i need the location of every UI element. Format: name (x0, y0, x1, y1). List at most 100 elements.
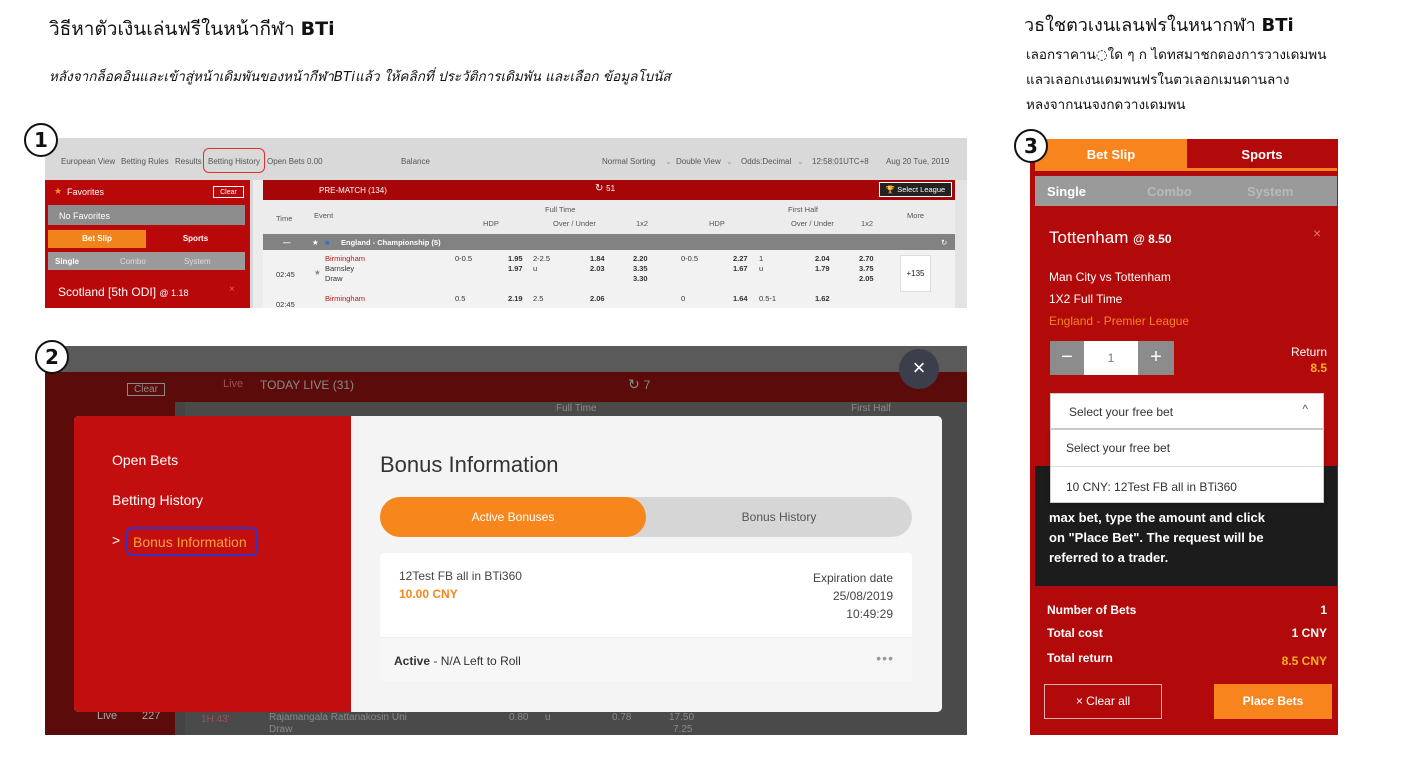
tab-single[interactable]: Single (1047, 184, 1086, 199)
step-badge-3: 3 (1014, 129, 1048, 163)
refresh-icon[interactable]: ↻ (941, 238, 947, 247)
increase-stake-button[interactable]: + (1138, 341, 1174, 375)
fh-1x2-odd[interactable]: 2.05 (859, 274, 874, 283)
close-modal-button[interactable]: × (899, 349, 939, 389)
fh-hdp-odd[interactable]: 1.64 (733, 294, 748, 303)
tab-combo[interactable]: Combo (120, 257, 146, 266)
bonus-modal: Open Bets Betting History > Bonus Inform… (74, 416, 942, 712)
nav-european-view[interactable]: European View (61, 157, 115, 166)
menu-betting-history[interactable]: Betting History (112, 492, 203, 508)
free-bet-option[interactable]: 10 CNY: 12Test FB all in BTi360 (1066, 480, 1237, 494)
more-markets-button[interactable]: +135 (900, 255, 931, 292)
fh-ou-under: u (759, 264, 764, 273)
left-title-text: วิธีหาตัวเงินเล่นฟรีในหน้ากีฬา (49, 18, 295, 40)
select-league-label: Select League (897, 185, 946, 194)
dimmed-match-time: 1H 43' (201, 714, 230, 725)
tab-sports[interactable]: Sports (1187, 139, 1337, 171)
league-header[interactable]: — ★ ■ England - Championship (5) ↻ (263, 234, 955, 250)
dimmed-under: u (545, 712, 551, 723)
tab-bonus-history[interactable]: Bonus History (646, 497, 912, 537)
place-bets-button[interactable]: Place Bets (1214, 684, 1332, 719)
ft-1x2-odd[interactable]: 3.35 (633, 264, 648, 273)
dimmed-topbar (45, 346, 967, 372)
fh-1x2-odd[interactable]: 3.75 (859, 264, 874, 273)
tab-sports[interactable]: Sports (146, 230, 245, 248)
col-first-half: First Half (788, 205, 818, 214)
tab-active-bonuses[interactable]: Active Bonuses (380, 497, 646, 537)
decrease-stake-button[interactable]: − (1050, 341, 1084, 375)
view-select[interactable]: Double View (676, 157, 721, 166)
tab-system[interactable]: System (1247, 184, 1293, 199)
fh-hdp-odd[interactable]: 2.27 (733, 254, 748, 263)
ft-1x2-odd[interactable]: 2.20 (633, 254, 648, 263)
refresh-icon[interactable]: ↻ 51 (595, 183, 615, 194)
fh-ou-odd[interactable]: 1.79 (815, 264, 830, 273)
sidebar-scrollbar[interactable] (253, 180, 263, 308)
tab-single[interactable]: Single (55, 257, 79, 266)
star-icon[interactable]: ★ (312, 238, 319, 247)
number-of-bets-value: 1 (1320, 603, 1327, 617)
nav-results[interactable]: Results (175, 157, 202, 166)
bonus-status: Active - N/A Left to Roll (394, 654, 521, 668)
clear-all-button[interactable]: × Clear all (1044, 684, 1162, 719)
ft-ou-under: u (533, 264, 538, 273)
odds-select[interactable]: Odds:Decimal (741, 157, 791, 166)
ft-ou-odd[interactable]: 1.84 (590, 254, 605, 263)
right-desc-line-1: เลอกราคาน◌ใด ๆ ก ไดทสมาชกตองการวางเดมพน (1026, 47, 1327, 63)
ft-hdp-odd[interactable]: 1.95 (508, 254, 523, 263)
clear-favorites-button[interactable]: Clear (213, 186, 244, 198)
sorting-select[interactable]: Normal Sorting (602, 157, 655, 166)
col-ft-hdp: HDP (483, 219, 499, 228)
table-header: Time Event Full Time HDP Over / Under 1x… (263, 200, 955, 234)
stake-input[interactable]: 1 (1084, 341, 1138, 375)
main-scrollbar[interactable] (955, 180, 967, 308)
menu-open-bets[interactable]: Open Bets (112, 452, 178, 468)
star-icon[interactable]: ★ (314, 268, 321, 277)
col-fh-1x2: 1x2 (861, 219, 874, 228)
free-bet-options: Select your free bet 10 CNY: 12Test FB a… (1050, 429, 1324, 503)
row-time: 02:45 (276, 270, 295, 279)
info-line-2: on "Place Bet". The request will be (1049, 530, 1264, 545)
col-ft-ou: Over / Under (553, 219, 596, 228)
fh-hdp-odd[interactable]: 1.67 (733, 264, 748, 273)
close-icon[interactable]: × (1313, 225, 1321, 241)
tab-combo[interactable]: Combo (1147, 184, 1192, 199)
return-label: Return (1290, 345, 1327, 359)
row-home[interactable]: Birmingham (325, 294, 365, 303)
fh-hdp-line: 0 (681, 294, 686, 303)
col-ft-1x2: 1x2 (636, 219, 649, 228)
nav-open-bets[interactable]: Open Bets 0.00 (267, 157, 323, 166)
fh-ou-odd[interactable]: 2.04 (815, 254, 830, 263)
ft-ou-line: 2-2.5 (533, 254, 551, 263)
select-league-button[interactable]: 🏆 Select League (879, 182, 952, 197)
selection-item: Scotland [5th ODI] @ 1.18 (58, 285, 189, 299)
free-bet-select[interactable]: Select your free bet ^ (1050, 393, 1324, 429)
collapse-icon[interactable]: — (283, 238, 291, 247)
left-title-brand: BTi (300, 18, 335, 40)
ft-1x2-odd[interactable]: 3.30 (633, 274, 648, 283)
dimmed-team: Rajamangala Rattanakosin Uni (269, 712, 407, 723)
row-draw[interactable]: Draw (325, 274, 343, 283)
return-info: Return 8.5 (1291, 344, 1327, 376)
fh-1x2-odd[interactable]: 2.70 (859, 254, 874, 263)
dimmed-clear-button: Clear (127, 383, 165, 396)
close-icon[interactable]: × (229, 284, 235, 295)
ft-ou-odd[interactable]: 2.03 (590, 264, 605, 273)
fh-ou-odd[interactable]: 1.62 (815, 294, 830, 303)
more-options-icon[interactable]: ••• (876, 650, 894, 666)
ft-hdp-odd[interactable]: 1.97 (508, 264, 523, 273)
bonus-tabs: Active Bonuses Bonus History (380, 497, 912, 537)
chevron-right-icon: > (112, 532, 121, 548)
row-home[interactable]: Birmingham (325, 254, 365, 263)
tab-system[interactable]: System (184, 257, 211, 266)
free-bet-option[interactable]: Select your free bet (1066, 441, 1170, 455)
chevron-down-icon: ⌄ (797, 157, 804, 166)
tab-bet-slip[interactable]: Bet Slip (48, 230, 146, 248)
ft-ou-odd[interactable]: 2.06 (590, 294, 605, 303)
ft-hdp-odd[interactable]: 2.19 (508, 294, 523, 303)
number-of-bets-label: Number of Bets (1047, 603, 1137, 617)
nav-betting-rules[interactable]: Betting Rules (121, 157, 169, 166)
tab-bet-slip[interactable]: Bet Slip (1035, 139, 1187, 171)
menu-bonus-information[interactable]: Bonus Information (126, 527, 258, 556)
row-away[interactable]: Barnsley (325, 264, 354, 273)
